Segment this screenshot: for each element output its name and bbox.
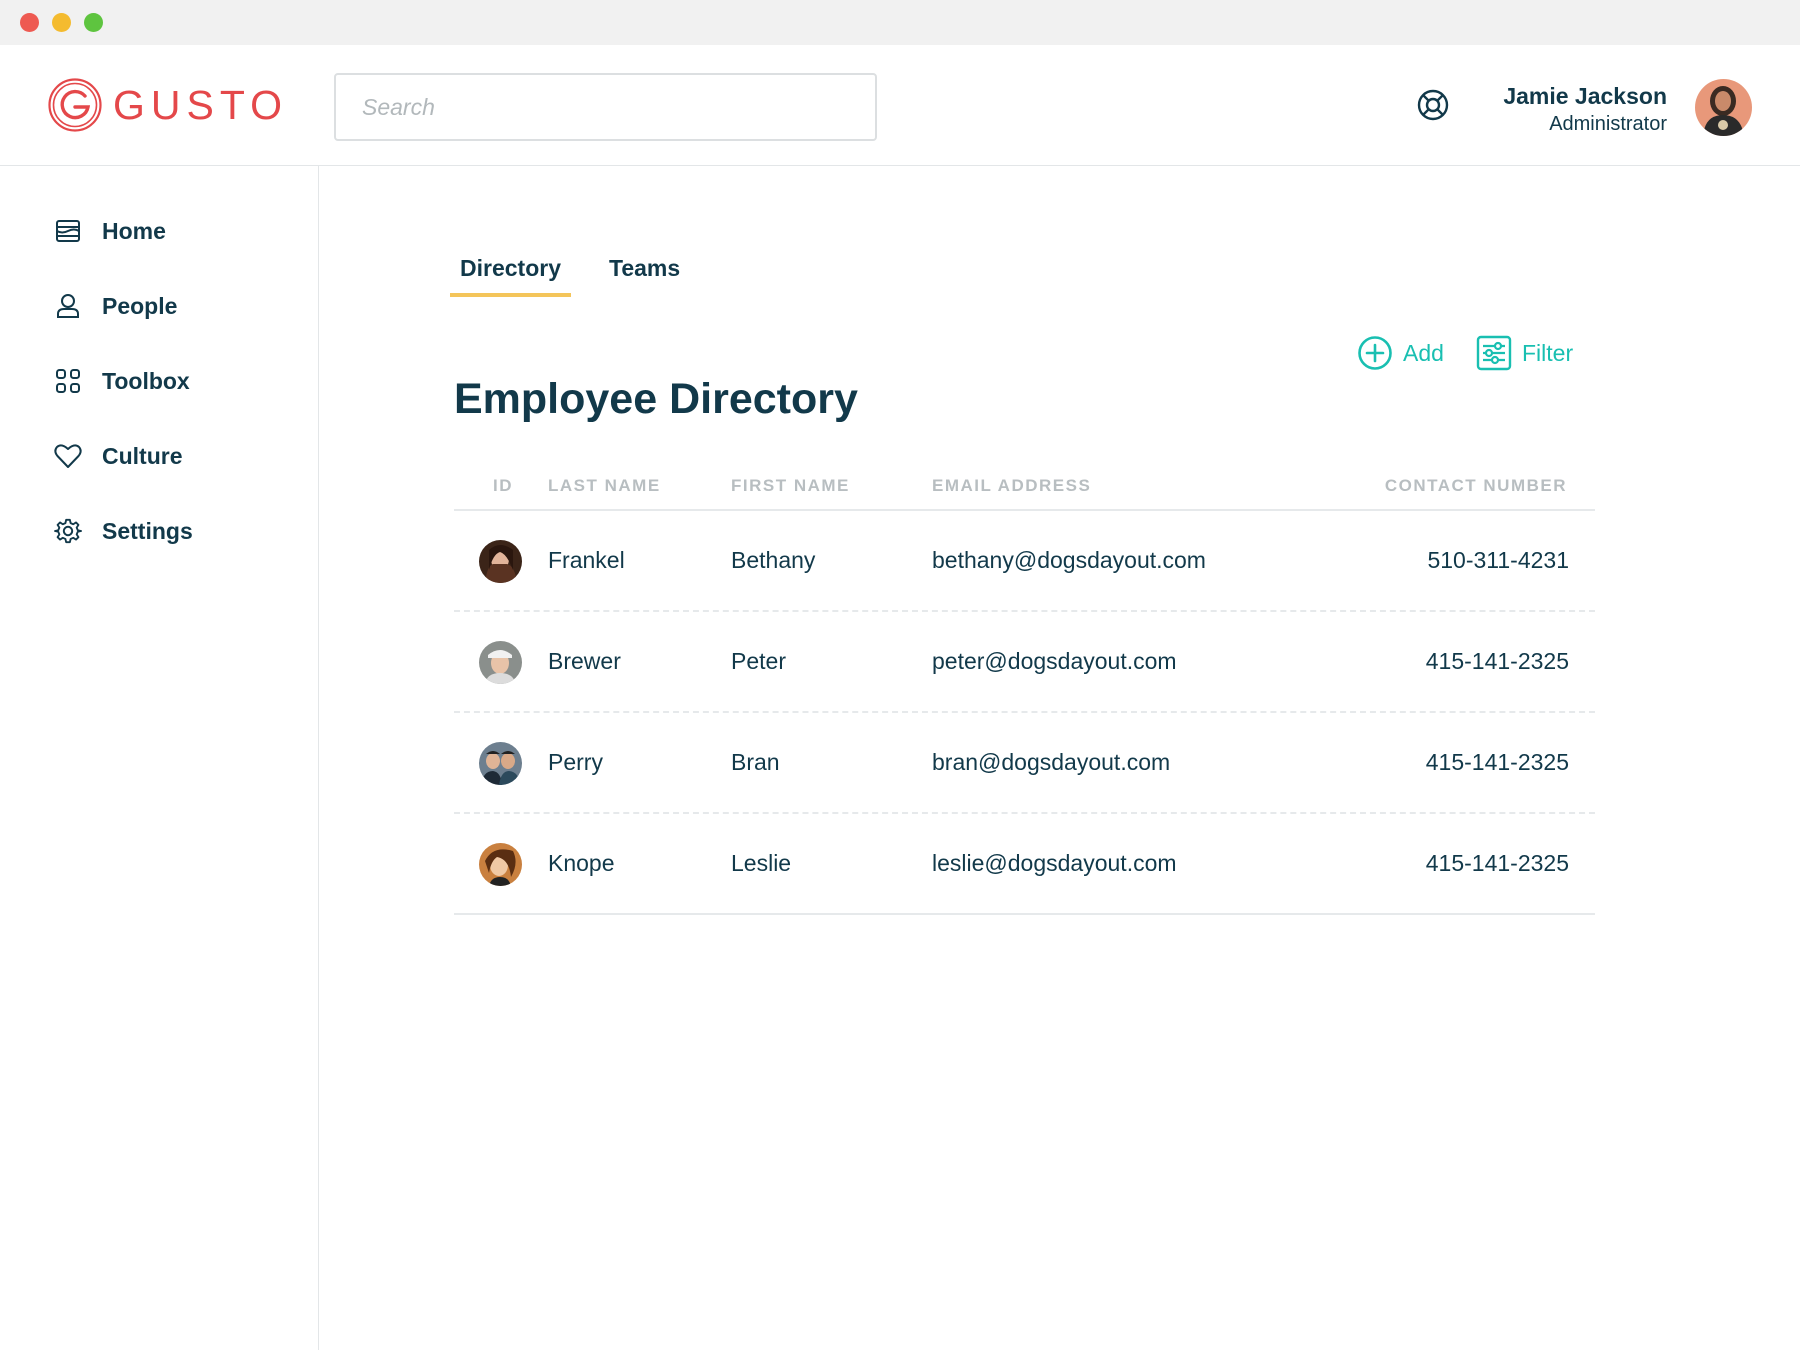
filter-button-label: Filter [1522, 339, 1574, 366]
cell-last-name: Perry [548, 749, 603, 775]
top-header: GUSTO Jamie Jackson Administrator [0, 45, 1800, 166]
employee-avatar [479, 843, 522, 886]
user-role: Administrator [1549, 113, 1667, 135]
heart-icon [53, 441, 83, 471]
cell-contact-number[interactable]: 510-311-4231 [1427, 547, 1569, 574]
brand-name: GUSTO [113, 81, 289, 128]
cell-last-name: Frankel [548, 547, 625, 573]
maximize-window-button[interactable] [84, 13, 103, 32]
table-row[interactable]: Perry Bran bran@dogsdayout.com 415-141-2… [454, 713, 1595, 814]
cell-email[interactable]: bethany@dogsdayout.com [932, 547, 1206, 574]
cell-contact-number[interactable]: 415-141-2325 [1426, 749, 1569, 776]
gusto-logo[interactable]: GUSTO [47, 77, 288, 133]
filter-button[interactable]: Filter [1476, 334, 1573, 372]
table-row[interactable]: Knope Leslie leslie@dogsdayout.com 415-1… [454, 814, 1595, 915]
sidebar-item-label: Settings [102, 517, 193, 544]
add-button-label: Add [1403, 339, 1444, 366]
table-row[interactable]: Brewer Peter peter@dogsdayout.com 415-14… [454, 612, 1595, 713]
employee-avatar [479, 641, 522, 684]
grid-icon [53, 366, 83, 396]
sidebar-item-culture[interactable]: Culture [53, 439, 183, 473]
plus-circle-icon [1358, 336, 1392, 370]
cell-first-name: Peter [731, 648, 786, 674]
cell-first-name: Bethany [731, 547, 816, 573]
column-header-email[interactable]: EMAIL ADDRESS [932, 476, 1091, 496]
sidebar-item-people[interactable]: People [53, 289, 177, 323]
column-header-last-name[interactable]: LAST NAME [548, 476, 661, 496]
filter-sliders-icon [1476, 335, 1512, 371]
column-header-contact-number[interactable]: CONTACT NUMBER [1385, 476, 1567, 496]
user-avatar[interactable] [1695, 79, 1752, 136]
sidebar-item-label: Home [102, 217, 166, 244]
close-window-button[interactable] [20, 13, 39, 32]
user-avatar-image [1695, 79, 1752, 136]
sidebar-item-settings[interactable]: Settings [53, 514, 193, 548]
add-button[interactable]: Add [1357, 334, 1444, 372]
page-title: Employee Directory [454, 375, 858, 423]
cell-contact-number[interactable]: 415-141-2325 [1426, 850, 1569, 877]
cell-first-name: Bran [731, 749, 780, 775]
window-titlebar [0, 0, 1800, 45]
sidebar-item-label: Culture [102, 442, 183, 469]
employee-avatar [479, 540, 522, 583]
minimize-window-button[interactable] [52, 13, 71, 32]
cell-email[interactable]: leslie@dogsdayout.com [932, 850, 1177, 877]
column-header-id[interactable]: ID [493, 476, 513, 496]
sidebar-item-home[interactable]: Home [53, 214, 166, 248]
sidebar-item-toolbox[interactable]: Toolbox [53, 364, 190, 398]
column-header-first-name[interactable]: FIRST NAME [731, 476, 850, 496]
tab-directory[interactable]: Directory [450, 255, 571, 297]
search-input[interactable] [334, 73, 877, 141]
cell-last-name: Knope [548, 850, 615, 876]
sidebar-item-label: People [102, 292, 178, 319]
user-name[interactable]: Jamie Jackson [1503, 83, 1667, 110]
tab-teams[interactable]: Teams [609, 255, 680, 297]
home-icon [53, 216, 83, 246]
sidebar: Home People Toolbox Culture Settings [0, 166, 319, 1350]
cell-last-name: Brewer [548, 648, 621, 674]
sidebar-item-label: Toolbox [102, 367, 190, 394]
cell-contact-number[interactable]: 415-141-2325 [1426, 648, 1569, 675]
table-header: ID LAST NAME FIRST NAME EMAIL ADDRESS CO… [454, 470, 1595, 511]
gear-icon [53, 516, 83, 546]
person-icon [53, 291, 83, 321]
table-row[interactable]: Frankel Bethany bethany@dogsdayout.com 5… [454, 511, 1595, 612]
cell-email[interactable]: peter@dogsdayout.com [932, 648, 1177, 675]
help-lifebuoy-icon[interactable] [1416, 88, 1450, 122]
employee-avatar [479, 742, 522, 785]
cell-first-name: Leslie [731, 850, 792, 876]
employee-table: ID LAST NAME FIRST NAME EMAIL ADDRESS CO… [454, 470, 1595, 915]
gusto-logo-icon [48, 78, 102, 132]
cell-email[interactable]: bran@dogsdayout.com [932, 749, 1170, 776]
